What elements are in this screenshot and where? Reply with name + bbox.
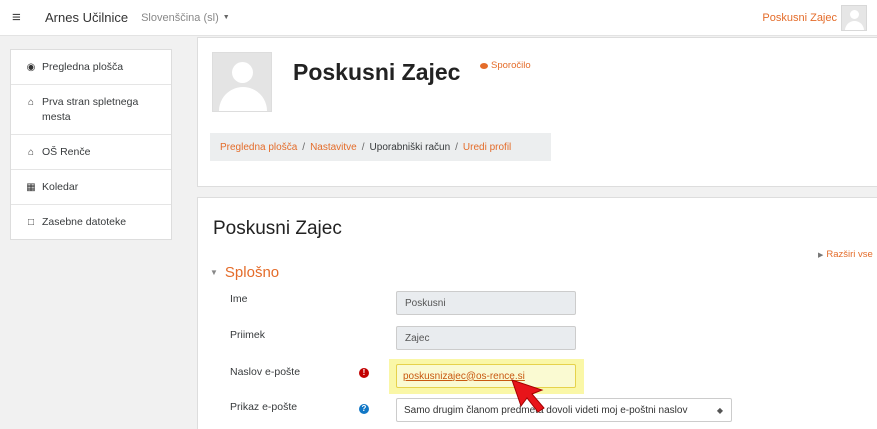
last-name-input[interactable]: Zajec (396, 326, 576, 350)
user-menu[interactable]: Poskusni Zajec (762, 5, 867, 31)
breadcrumb-separator: / (361, 141, 365, 153)
breadcrumb: Pregledna plošča / Nastavitve / Uporabni… (210, 133, 551, 161)
file-icon: □ (27, 217, 35, 228)
calendar-icon: ▦ (26, 182, 36, 193)
form-title: Poskusni Zajec (213, 218, 342, 239)
sidebar-item-label: Zasebne datoteke (42, 216, 127, 228)
breadcrumb-user-account: Uporabniški račun (369, 141, 451, 153)
breadcrumb-dashboard[interactable]: Pregledna plošča (220, 142, 297, 153)
caret-down-icon: ▼ (210, 268, 218, 277)
email-display-select[interactable]: Samo drugim članom predmeta dovoli videt… (396, 398, 732, 422)
sidebar: ◉ Pregledna plošča ⌂ Prva stran spletneg… (10, 49, 172, 240)
menu-icon[interactable]: ≡ (12, 10, 26, 25)
language-selector[interactable]: Slovenščina (sl) ▼ (141, 12, 230, 24)
breadcrumb-edit-profile[interactable]: Uredi profil (463, 142, 511, 153)
dashboard-icon: ◉ (26, 62, 36, 73)
sidebar-item-dashboard[interactable]: ◉ Pregledna plošča (11, 50, 171, 85)
last-name-label: Priimek (230, 329, 266, 341)
sidebar-item-school[interactable]: ⌂ OŠ Renče (11, 135, 171, 170)
help-icon[interactable]: ? (359, 404, 369, 414)
sidebar-item-label: Koledar (42, 181, 79, 193)
home-icon: ⌂ (27, 147, 35, 158)
first-name-label: Ime (230, 293, 248, 305)
sidebar-item-label: Prva stran spletnega mesta (42, 96, 139, 123)
sidebar-item-label: Pregledna plošča (42, 61, 124, 73)
sidebar-item-label: OŠ Renče (42, 146, 91, 158)
email-label: Naslov e-pošte (230, 366, 301, 378)
cursor-arrow-icon (511, 379, 545, 413)
section-general-toggle[interactable]: ▼ Splošno (210, 264, 279, 281)
breadcrumb-separator: / (455, 141, 458, 153)
sidebar-item-calendar[interactable]: ▦ Koledar (11, 170, 171, 205)
language-label: Slovenščina (sl) (141, 11, 219, 24)
sidebar-item-private-files[interactable]: □ Zasebne datoteke (11, 205, 171, 239)
message-button[interactable]: Sporočilo (480, 60, 531, 71)
home-icon: ⌂ (27, 97, 35, 108)
top-navbar: ≡ Arnes Učilnice Slovenščina (sl) ▼ Posk… (0, 0, 877, 36)
user-name: Poskusni Zajec (762, 12, 837, 24)
breadcrumb-separator: / (302, 141, 306, 153)
page-title: Poskusni Zajec (293, 59, 461, 85)
sidebar-item-site-home[interactable]: ⌂ Prva stran spletnega mesta (11, 85, 171, 135)
first-name-input[interactable]: Poskusni (396, 291, 576, 315)
breadcrumb-settings[interactable]: Nastavitve (310, 142, 357, 153)
section-title: Splošno (224, 264, 280, 281)
select-arrows-icon: ◆ (716, 405, 723, 415)
message-label: Sporočilo (491, 60, 531, 71)
expand-all-label: Razširi vse (826, 249, 873, 260)
required-icon: ! (359, 368, 369, 378)
email-display-label: Prikaz e-pošte (230, 401, 298, 413)
site-name[interactable]: Arnes Učilnice (45, 10, 128, 25)
user-avatar-icon (841, 5, 867, 31)
message-bubble-icon (480, 62, 488, 69)
expand-all-link[interactable]: ▶ Razširi vse (818, 249, 873, 260)
profile-picture-icon (212, 52, 272, 112)
page-header: Poskusni Zajec Sporočilo Pregledna plošč… (197, 37, 877, 187)
caret-down-icon: ▼ (222, 14, 230, 21)
caret-right-icon: ▶ (818, 251, 824, 259)
